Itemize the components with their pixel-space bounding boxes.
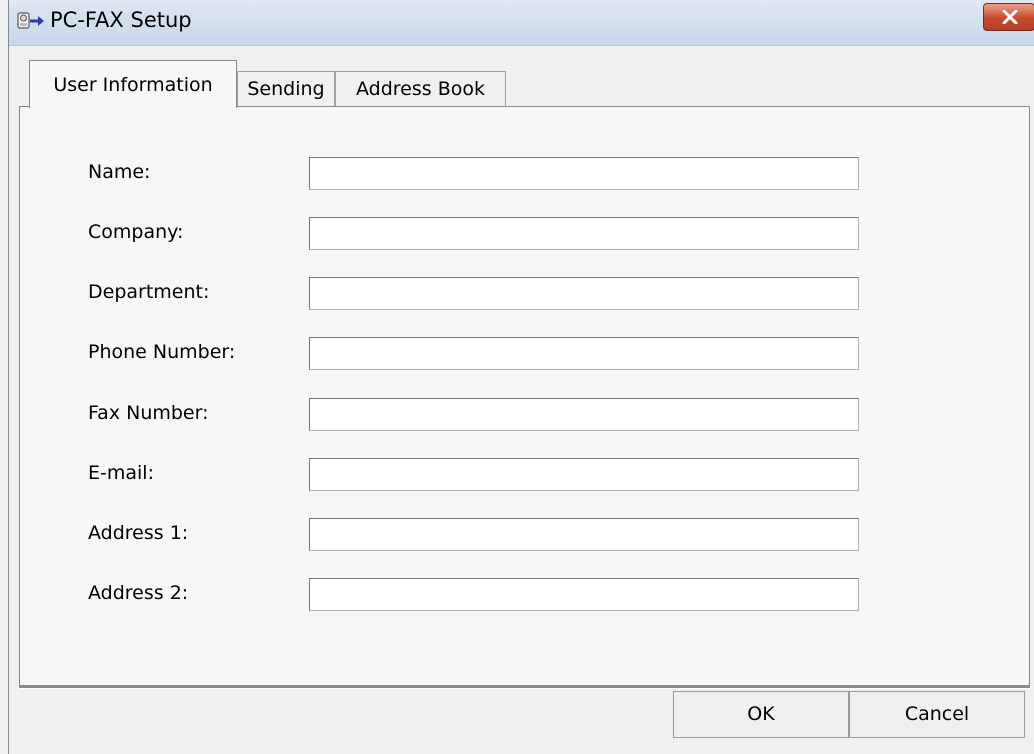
- fax-number-field[interactable]: [309, 398, 859, 431]
- footer-divider: [19, 686, 1030, 689]
- department-field[interactable]: [309, 277, 859, 310]
- email-label: E-mail:: [88, 462, 154, 484]
- name-field[interactable]: [309, 157, 859, 190]
- tab-sending[interactable]: Sending: [237, 71, 335, 107]
- address-1-field[interactable]: [309, 518, 859, 551]
- email-field[interactable]: [309, 458, 859, 491]
- tab-label: User Information: [53, 74, 213, 96]
- tab-label: Sending: [247, 78, 325, 100]
- window-title: PC-FAX Setup: [50, 8, 192, 32]
- title-bar[interactable]: PC-FAX Setup: [9, 0, 1034, 46]
- pc-fax-setup-window: PC-FAX Setup User Information Sending Ad…: [8, 0, 1034, 754]
- close-button[interactable]: [983, 3, 1034, 31]
- fax-arrow-icon: [16, 9, 46, 35]
- address-2-field[interactable]: [309, 578, 859, 611]
- department-label: Department:: [88, 281, 210, 303]
- close-icon: [1002, 10, 1018, 24]
- fax-number-label: Fax Number:: [88, 402, 209, 424]
- company-label: Company:: [88, 221, 184, 243]
- company-field[interactable]: [309, 217, 859, 250]
- address-1-label: Address 1:: [88, 522, 189, 544]
- phone-number-field[interactable]: [309, 337, 859, 370]
- tab-address-book[interactable]: Address Book: [335, 71, 506, 107]
- user-information-panel: Name: Company: Department: Phone Number:…: [19, 106, 1030, 686]
- address-2-label: Address 2:: [88, 582, 189, 604]
- ok-button[interactable]: OK: [673, 691, 849, 738]
- cancel-button[interactable]: Cancel: [849, 691, 1025, 738]
- tab-user-information[interactable]: User Information: [29, 60, 237, 108]
- name-label: Name:: [88, 161, 151, 183]
- tab-label: Address Book: [356, 78, 485, 100]
- phone-number-label: Phone Number:: [88, 341, 236, 363]
